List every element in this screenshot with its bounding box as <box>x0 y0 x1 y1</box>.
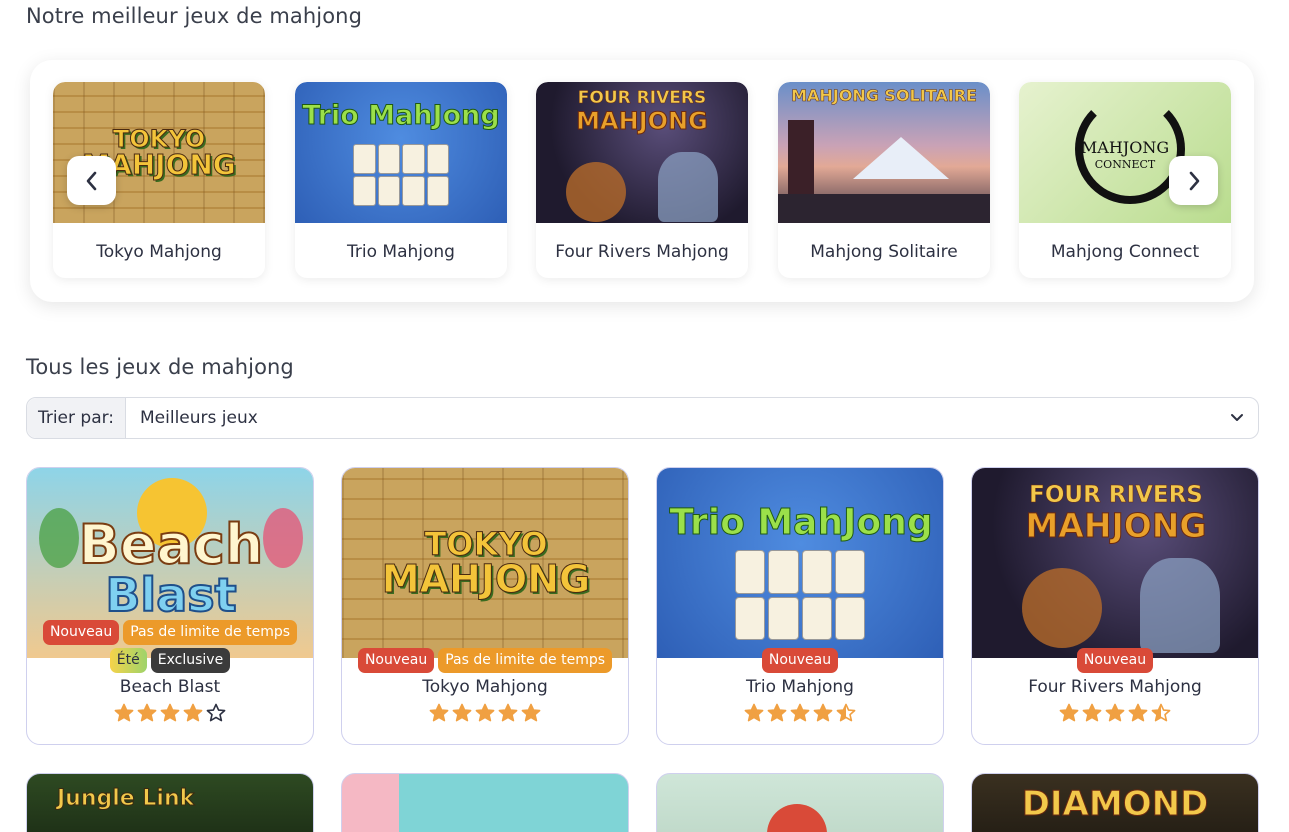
chevron-right-icon <box>1189 171 1199 190</box>
rating-stars <box>342 703 628 723</box>
carousel-prev-button[interactable] <box>67 156 116 205</box>
game-card-tokyo-mahjong[interactable]: TOKYO MAHJONG Nouveau Pas de limite de t… <box>341 467 629 745</box>
star-empty-icon <box>206 703 226 722</box>
section-title-all: Tous les jeux de mahjong <box>26 355 294 379</box>
star-filled-icon <box>183 703 203 722</box>
star-filled-icon <box>114 703 134 722</box>
game-thumbnail: FOUR RIVERS MAHJONG <box>536 82 748 223</box>
star-half-icon <box>836 703 856 722</box>
star-half-icon <box>1151 703 1171 722</box>
sort-select[interactable]: Meilleurs jeux <box>126 398 1258 438</box>
star-filled-icon <box>160 703 180 722</box>
star-filled-icon <box>137 703 157 722</box>
rating-stars <box>657 703 943 723</box>
carousel-card-title: Mahjong Solitaire <box>810 242 958 262</box>
game-card-trio-mahjong[interactable]: Trio MahJong Nouveau Trio Mahjong <box>656 467 944 745</box>
badges-row: Nouveau Pas de limite de temps <box>27 620 313 645</box>
badges-row: Nouveau Pas de limite de temps <box>342 648 628 673</box>
thumbnail-art-text: TOKYO <box>424 525 548 563</box>
thumbnail-art-text: DIAMOND <box>1021 784 1209 825</box>
game-card-four-rivers-mahjong[interactable]: FOUR RIVERS MAHJONG Nouveau Four Rivers … <box>971 467 1259 745</box>
carousel-card-title: Four Rivers Mahjong <box>555 242 729 262</box>
star-filled-icon <box>1059 703 1079 722</box>
star-filled-icon <box>767 703 787 722</box>
star-filled-icon <box>429 703 449 722</box>
carousel-next-button[interactable] <box>1169 156 1218 205</box>
game-thumbnail: TOKYO MAHJONG <box>342 468 628 658</box>
carousel-card-mahjong-solitaire[interactable]: MAHJONG SOLITAIRE Mahjong Solitaire <box>778 82 990 278</box>
game-card-beach-blast[interactable]: Beach Blast Nouveau Pas de limite de tem… <box>26 467 314 745</box>
star-filled-icon <box>790 703 810 722</box>
game-title: Beach Blast <box>119 677 221 697</box>
badge-exclusive: Exclusive <box>150 648 231 673</box>
game-card[interactable] <box>656 773 944 832</box>
thumbnail-art-text: MAHJONG <box>576 107 709 135</box>
featured-carousel: TOKYO MAHJONG Tokyo Mahjong Trio MahJong… <box>30 60 1254 302</box>
thumbnail-art-text: Blast <box>104 568 237 622</box>
carousel-card-four-rivers-mahjong[interactable]: FOUR RIVERS MAHJONG Four Rivers Mahjong <box>536 82 748 278</box>
badge-no-time-limit: Pas de limite de temps <box>123 620 298 645</box>
rating-stars <box>27 703 313 723</box>
star-filled-icon <box>1082 703 1102 722</box>
carousel-card-trio-mahjong[interactable]: Trio MahJong Trio Mahjong <box>295 82 507 278</box>
badge-no-time-limit: Pas de limite de temps <box>438 648 613 673</box>
badges-row: Nouveau <box>972 648 1258 673</box>
game-thumbnail: FOUR RIVERS MAHJONG <box>972 468 1258 658</box>
carousel-card-title: Mahjong Connect <box>1050 242 1200 262</box>
star-filled-icon <box>521 703 541 722</box>
rating-stars <box>972 703 1258 723</box>
star-filled-icon <box>475 703 495 722</box>
thumbnail-art-text: MAHJONG SOLITAIRE <box>791 86 977 106</box>
game-title: Tokyo Mahjong <box>422 677 548 697</box>
sort-label: Trier par: <box>27 398 126 438</box>
thumbnail-art-text: Trio MahJong <box>669 502 933 544</box>
badge-new: Nouveau <box>1076 648 1154 673</box>
star-filled-icon <box>452 703 472 722</box>
game-card-diamond[interactable]: DIAMOND <box>971 773 1259 832</box>
thumbnail-art-text: Jungle Link <box>56 786 195 812</box>
thumbnail-art-text: Trio MahJong <box>302 100 500 132</box>
thumbnail-art-text: MAHJONG <box>1025 506 1207 545</box>
sort-bar: Trier par: Meilleurs jeux <box>26 397 1259 439</box>
game-card[interactable] <box>341 773 629 832</box>
badges-row: Été Exclusive <box>27 648 313 673</box>
thumbnail-art-text: MAHJONG <box>1080 138 1170 157</box>
badge-summer: Été <box>109 648 147 673</box>
thumbnail-art-text: FOUR RIVERS <box>1029 482 1203 508</box>
game-thumbnail: MAHJONG SOLITAIRE <box>778 82 990 223</box>
game-title: Trio Mahjong <box>746 677 854 697</box>
section-title-best: Notre meilleur jeux de mahjong <box>26 4 363 28</box>
badge-new: Nouveau <box>761 648 839 673</box>
game-thumbnail: Trio MahJong <box>657 468 943 658</box>
star-filled-icon <box>1105 703 1125 722</box>
chevron-left-icon <box>86 171 96 190</box>
badges-row: Nouveau <box>657 648 943 673</box>
star-filled-icon <box>1128 703 1148 722</box>
chevron-down-icon <box>1231 414 1243 421</box>
carousel-card-title: Tokyo Mahjong <box>96 242 222 262</box>
badge-new: Nouveau <box>42 620 120 645</box>
thumbnail-art-text: Beach <box>78 513 265 576</box>
game-title: Four Rivers Mahjong <box>1028 677 1202 697</box>
star-filled-icon <box>813 703 833 722</box>
star-filled-icon <box>498 703 518 722</box>
thumbnail-art-text: FOUR RIVERS <box>577 88 707 108</box>
star-filled-icon <box>744 703 764 722</box>
thumbnail-art-text: TOKYO <box>112 124 206 153</box>
thumbnail-art-text: MAHJONG <box>381 557 591 601</box>
game-card-jungle-link[interactable]: Jungle Link <box>26 773 314 832</box>
sort-selected-value: Meilleurs jeux <box>140 408 258 428</box>
badge-new: Nouveau <box>357 648 435 673</box>
game-thumbnail: Trio MahJong <box>295 82 507 223</box>
carousel-card-title: Trio Mahjong <box>347 242 455 262</box>
